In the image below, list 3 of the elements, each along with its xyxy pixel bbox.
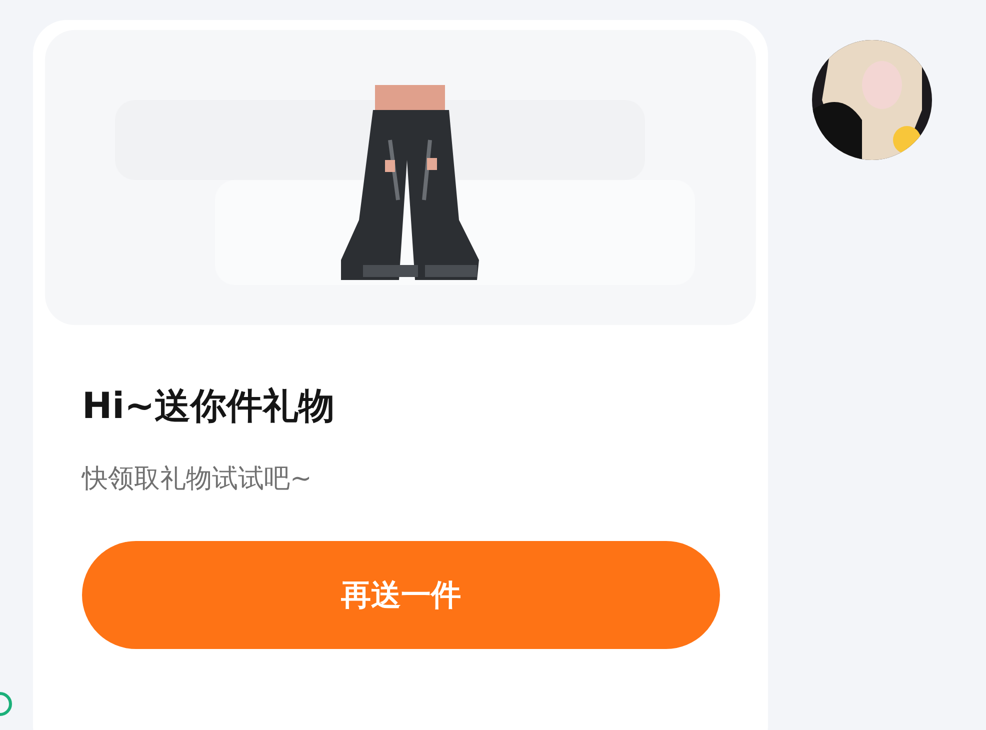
send-again-button[interactable]: 再送一件 [82, 541, 720, 649]
card-title: Hi~送你件礼物 [82, 385, 336, 429]
card-subtitle: 快领取礼物试试吧~ [82, 463, 313, 496]
